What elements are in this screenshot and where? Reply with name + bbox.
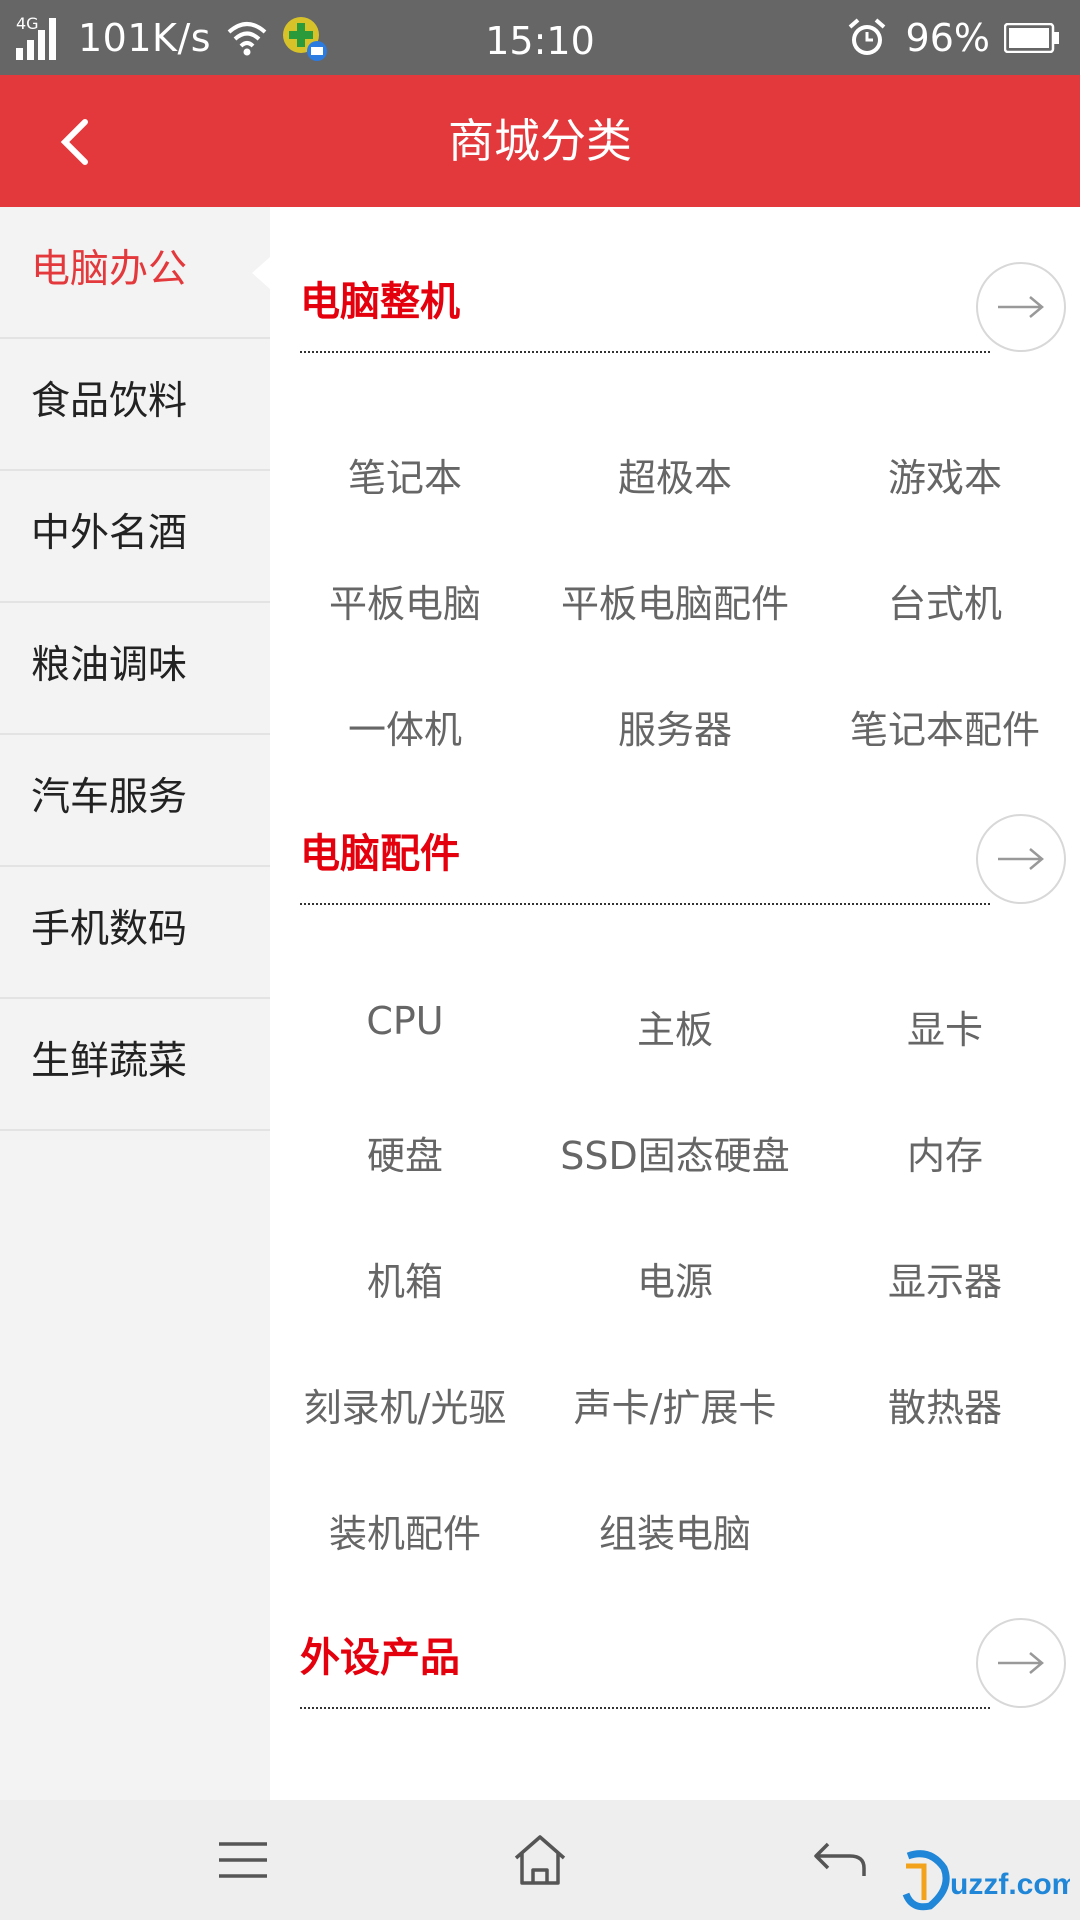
uzzf-watermark-logo: uzzf.com [902, 1850, 1070, 1911]
sidebar-item-mobile-digital[interactable]: 手机数码 [0, 867, 270, 999]
battery-percent: 96% [905, 15, 990, 60]
sidebar-item-auto-service[interactable]: 汽车服务 [0, 735, 270, 867]
sidebar-item-grain-oil[interactable]: 粮油调味 [0, 603, 270, 735]
menu-button[interactable] [213, 1830, 273, 1890]
category-item[interactable]: 游戏本 [810, 447, 1080, 502]
section-more-button[interactable] [976, 814, 1066, 904]
category-item[interactable]: 内存 [810, 1125, 1080, 1180]
sidebar-item-food-drinks[interactable]: 食品饮料 [0, 339, 270, 471]
section-divider [300, 351, 990, 353]
battery-icon [1004, 22, 1059, 53]
category-item[interactable]: 笔记本配件 [810, 699, 1080, 754]
back-nav-button[interactable] [810, 1830, 870, 1890]
menu-icon [219, 1842, 267, 1878]
sidebar-item-label: 电脑办公 [31, 247, 188, 292]
arrow-right-icon [998, 1652, 1044, 1674]
category-sidebar: 电脑办公 食品饮料 中外名酒 粮油调味 汽车服务 手机数码 生鲜蔬菜 [0, 207, 270, 1800]
system-nav-bar: uzzf.com [0, 1800, 1080, 1920]
category-item[interactable]: 平板电脑配件 [540, 573, 810, 628]
category-item[interactable]: 显示器 [810, 1251, 1080, 1306]
alarm-icon [848, 17, 885, 55]
sidebar-item-liquor[interactable]: 中外名酒 [0, 471, 270, 603]
category-item[interactable]: 一体机 [270, 699, 540, 754]
category-item[interactable]: 显卡 [810, 999, 1080, 1054]
category-item[interactable]: SSD固态硬盘 [540, 1125, 810, 1180]
section-more-button[interactable] [976, 1618, 1066, 1708]
watermark-text: uzzf.com [950, 1868, 1070, 1901]
category-item[interactable]: 散热器 [810, 1377, 1080, 1432]
app-header: 商城分类 [0, 75, 1080, 207]
section-title: 电脑配件 [300, 831, 460, 877]
arrow-right-icon [998, 848, 1044, 870]
category-item[interactable]: 超极本 [540, 447, 810, 502]
sidebar-item-computer-office[interactable]: 电脑办公 [0, 207, 270, 339]
category-item[interactable]: 硬盘 [270, 1125, 540, 1180]
category-item[interactable]: 机箱 [270, 1251, 540, 1306]
category-item[interactable]: 笔记本 [270, 447, 540, 502]
page-title: 商城分类 [448, 114, 632, 168]
sidebar-item-label: 手机数码 [31, 907, 188, 952]
sidebar-item-label: 食品饮料 [31, 379, 188, 424]
section-title: 外设产品 [300, 1635, 460, 1681]
sidebar-item-fresh-produce[interactable]: 生鲜蔬菜 [0, 999, 270, 1131]
section-divider [300, 1707, 990, 1709]
sidebar-item-label: 汽车服务 [31, 775, 188, 820]
sidebar-item-label: 生鲜蔬菜 [31, 1039, 188, 1084]
category-content: 电脑整机 笔记本 超极本 游戏本 平板电脑 平板电脑配件 台式机 一体机 服务器… [270, 207, 1080, 1800]
sidebar-item-label: 粮油调味 [31, 643, 188, 688]
category-item[interactable]: 声卡/扩展卡 [540, 1377, 810, 1432]
back-arrow-icon [814, 1842, 866, 1876]
category-item[interactable]: CPU [270, 999, 540, 1043]
arrow-right-icon [998, 296, 1044, 318]
category-item[interactable]: 组装电脑 [540, 1503, 810, 1558]
home-button[interactable] [510, 1830, 570, 1890]
status-bar: 4G 101K/s 15:10 96% [0, 0, 1080, 75]
category-item[interactable]: 平板电脑 [270, 573, 540, 628]
category-item[interactable]: 刻录机/光驱 [270, 1377, 540, 1432]
category-item[interactable]: 服务器 [540, 699, 810, 754]
section-more-button[interactable] [976, 262, 1066, 352]
section-divider [300, 903, 990, 905]
sidebar-item-label: 中外名酒 [31, 511, 188, 556]
section-title: 电脑整机 [300, 279, 460, 325]
home-icon [514, 1835, 566, 1885]
category-item[interactable]: 台式机 [810, 573, 1080, 628]
category-item[interactable]: 电源 [540, 1251, 810, 1306]
category-item[interactable]: 主板 [540, 999, 810, 1054]
category-item[interactable]: 装机配件 [270, 1503, 540, 1558]
